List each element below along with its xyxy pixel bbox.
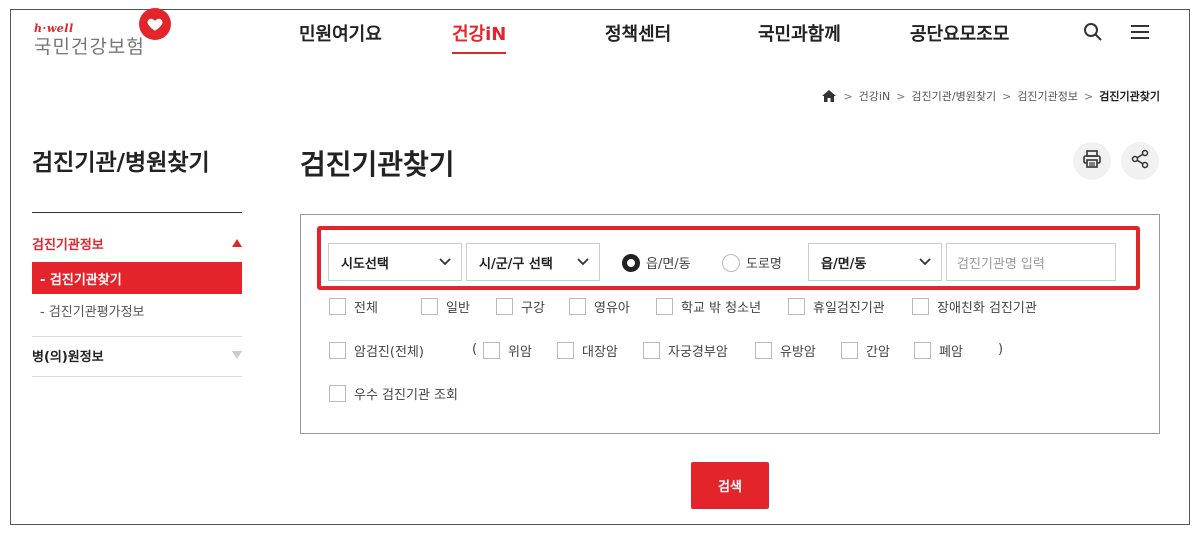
sidebar-divider bbox=[32, 336, 242, 337]
paren-open: ( bbox=[472, 342, 478, 357]
checkbox-general[interactable]: 일반 bbox=[421, 297, 470, 316]
checkbox-label: 구강 bbox=[521, 301, 545, 316]
gnb-item-about[interactable]: 공단요모조모 bbox=[910, 20, 1009, 50]
checkbox-icon bbox=[643, 342, 660, 359]
checkbox-lung[interactable]: 폐암 bbox=[914, 341, 963, 360]
checkbox-icon bbox=[483, 342, 500, 359]
menu-icon[interactable] bbox=[1127, 19, 1153, 45]
sidebar-section-hospital-info[interactable]: 병(의)원정보 bbox=[32, 346, 242, 365]
checkbox-icon bbox=[569, 298, 586, 315]
checkbox-label: 암검진(전체) bbox=[354, 345, 424, 360]
checkbox-label: 전체 bbox=[354, 301, 378, 316]
checkbox-label: 간암 bbox=[866, 345, 890, 360]
checkbox-breast[interactable]: 유방암 bbox=[755, 341, 816, 360]
breadcrumb-item[interactable]: 건강iN bbox=[859, 88, 891, 104]
heart-icon bbox=[139, 8, 171, 40]
checkbox-label: 위암 bbox=[508, 345, 532, 360]
checkbox-icon bbox=[841, 342, 858, 359]
print-icon bbox=[1082, 149, 1102, 173]
checkbox-out-of-school-youth[interactable]: 학교 밖 청소년 bbox=[656, 297, 761, 316]
checkbox-icon bbox=[557, 342, 574, 359]
caret-up-icon bbox=[232, 236, 242, 251]
checkbox-label: 일반 bbox=[446, 301, 470, 316]
sidebar-section-checkup-info[interactable]: 검진기관정보 bbox=[32, 234, 242, 253]
checkbox-all[interactable]: 전체 bbox=[329, 297, 378, 316]
paren-close: ) bbox=[998, 342, 1004, 357]
gnb-item-together[interactable]: 국민과함께 bbox=[758, 20, 841, 50]
checkbox-icon bbox=[329, 342, 346, 359]
share-icon bbox=[1130, 149, 1150, 173]
checkbox-oral[interactable]: 구강 bbox=[496, 297, 545, 316]
checkbox-label: 대장암 bbox=[582, 345, 618, 360]
checkbox-label: 영유아 bbox=[594, 301, 630, 316]
checkbox-icon bbox=[755, 342, 772, 359]
gnb-item-policy[interactable]: 정책센터 bbox=[605, 20, 671, 50]
checkbox-icon bbox=[788, 298, 805, 315]
checkbox-label: 학교 밖 청소년 bbox=[681, 301, 762, 316]
checkbox-label: 우수 검진기관 조회 bbox=[354, 388, 458, 403]
sidebar-title: 검진기관/병원찾기 bbox=[32, 150, 210, 176]
checkbox-colon[interactable]: 대장암 bbox=[557, 341, 618, 360]
highlight-annotation bbox=[317, 226, 1140, 290]
sidebar-item-checkup-search[interactable]: - 검진기관찾기 bbox=[32, 262, 242, 294]
checkbox-infant[interactable]: 영유아 bbox=[569, 297, 630, 316]
checkbox-label: 폐암 bbox=[939, 345, 963, 360]
checkbox-cancer-all[interactable]: 암검진(전체) bbox=[329, 341, 424, 360]
checkbox-label: 휴일검진기관 bbox=[813, 301, 885, 316]
checkbox-icon bbox=[329, 385, 346, 402]
breadcrumb-item[interactable]: 검진기관정보 bbox=[1017, 88, 1078, 104]
sidebar-section-label: 검진기관정보 bbox=[32, 238, 104, 253]
gnb-item-health-in[interactable]: 건강iN bbox=[452, 20, 507, 54]
logo-text: 국민건강보험 bbox=[34, 36, 145, 58]
home-icon[interactable] bbox=[821, 89, 837, 103]
breadcrumb: > 건강iN > 검진기관/병원찾기 > 검진기관정보 > 검진기관찾기 bbox=[821, 88, 1160, 104]
caret-down-icon bbox=[232, 348, 242, 363]
checkbox-stomach[interactable]: 위암 bbox=[483, 341, 532, 360]
checkbox-cervical[interactable]: 자궁경부암 bbox=[643, 341, 728, 360]
checkbox-icon bbox=[656, 298, 673, 315]
checkbox-icon bbox=[912, 298, 929, 315]
checkbox-holiday[interactable]: 휴일검진기관 bbox=[788, 297, 885, 316]
checkbox-excellent[interactable]: 우수 검진기관 조회 bbox=[329, 384, 458, 403]
checkbox-icon bbox=[329, 298, 346, 315]
checkbox-icon bbox=[914, 342, 931, 359]
sidebar-item-checkup-evaluation[interactable]: - 검진기관평가정보 bbox=[32, 294, 242, 326]
gnb-item-minwon[interactable]: 민원여기요 bbox=[299, 20, 382, 50]
search-icon[interactable] bbox=[1080, 19, 1106, 45]
checkbox-icon bbox=[496, 298, 513, 315]
checkbox-disability-friendly[interactable]: 장애친화 검진기관 bbox=[912, 297, 1037, 316]
print-button[interactable] bbox=[1073, 142, 1111, 180]
checkbox-label: 자궁경부암 bbox=[668, 345, 728, 360]
checkbox-label: 장애친화 검진기관 bbox=[937, 301, 1037, 316]
checkbox-liver[interactable]: 간암 bbox=[841, 341, 890, 360]
breadcrumb-item[interactable]: 검진기관/병원찾기 bbox=[911, 88, 996, 104]
share-button[interactable] bbox=[1121, 142, 1159, 180]
sidebar-section-label: 병(의)원정보 bbox=[32, 350, 104, 365]
page-title: 검진기관찾기 bbox=[300, 148, 455, 181]
sidebar-divider bbox=[32, 376, 242, 377]
search-button[interactable]: 검색 bbox=[691, 462, 769, 509]
breadcrumb-current: 검진기관찾기 bbox=[1099, 90, 1160, 103]
sidebar-divider bbox=[32, 212, 242, 213]
checkbox-icon bbox=[421, 298, 438, 315]
checkbox-label: 유방암 bbox=[780, 345, 816, 360]
